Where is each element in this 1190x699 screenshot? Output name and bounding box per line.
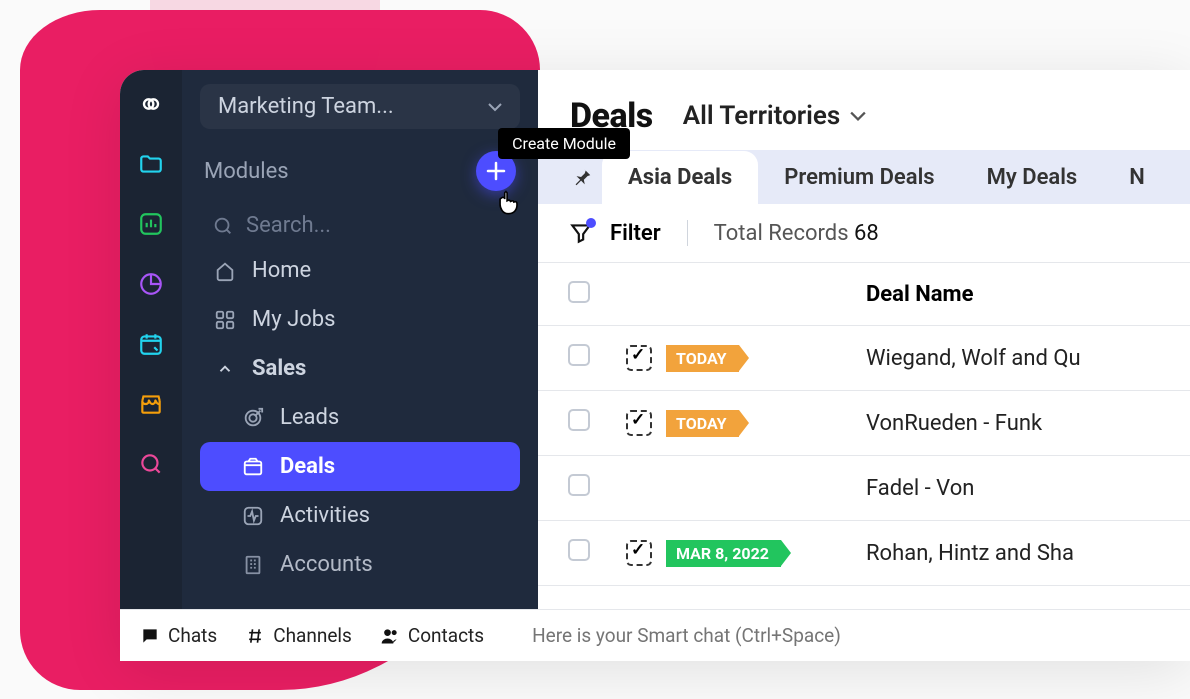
date-flag: MAR 8, 2022 <box>666 540 781 567</box>
tab-label: Asia Deals <box>628 165 732 190</box>
date-flag: TODAY <box>666 345 739 372</box>
contacts-icon <box>380 626 400 646</box>
sidebar-item-home[interactable]: Home <box>200 246 520 295</box>
table-body: TODAY Wiegand, Wolf and Qu TODAY VonRueden … <box>538 326 1190 586</box>
task-icon <box>626 540 652 566</box>
hash-icon <box>245 626 265 646</box>
sidebar-item-leads[interactable]: Leads <box>200 393 520 442</box>
app-window: Marketing Team... Create Module Modules … <box>120 70 1190 661</box>
bottom-label: Chats <box>168 624 217 647</box>
sidebar-item-label: Activities <box>280 503 370 528</box>
team-selector[interactable]: Marketing Team... <box>200 84 520 129</box>
sidebar-item-label: Leads <box>280 405 339 430</box>
tab-overflow[interactable]: N <box>1103 151 1171 204</box>
sidebar-search[interactable]: Search... <box>200 205 520 246</box>
calendar-icon[interactable] <box>135 328 167 360</box>
task-icon <box>626 345 652 371</box>
deal-name: Wiegand, Wolf and Qu <box>866 346 1081 371</box>
row-checkbox[interactable] <box>568 539 590 561</box>
bottom-bar: Chats Channels Contacts <box>120 609 1190 661</box>
table-header: Deal Name <box>538 263 1190 326</box>
sidebar: Marketing Team... Create Module Modules … <box>182 70 538 661</box>
task-icon <box>626 410 652 436</box>
table-row[interactable]: TODAY Wiegand, Wolf and Qu <box>538 326 1190 391</box>
chart-icon[interactable] <box>135 208 167 240</box>
bottom-chats[interactable]: Chats <box>140 624 217 647</box>
folder-icon[interactable] <box>135 148 167 180</box>
wallet-icon <box>240 456 266 478</box>
bottom-contacts[interactable]: Contacts <box>380 624 484 647</box>
team-label: Marketing Team... <box>218 94 394 119</box>
deal-name: Rohan, Hintz and Sha <box>866 541 1074 566</box>
sidebar-item-sales[interactable]: Sales <box>200 344 520 393</box>
plus-icon <box>486 161 506 181</box>
filter-button[interactable] <box>568 220 594 246</box>
home-icon <box>212 260 238 282</box>
logo-icon[interactable] <box>135 88 167 120</box>
total-records-label: Total Records 68 <box>714 221 879 246</box>
filter-label: Filter <box>610 221 661 246</box>
sidebar-item-accounts[interactable]: Accounts <box>200 540 520 589</box>
sidebar-item-label: Accounts <box>280 552 373 577</box>
row-checkbox[interactable] <box>568 344 590 366</box>
row-checkbox[interactable] <box>568 409 590 431</box>
sidebar-item-deals[interactable]: Deals <box>200 442 520 491</box>
tab-my-deals[interactable]: My Deals <box>961 151 1104 204</box>
main-panel: Deals All Territories Asia Deals Premium… <box>538 70 1190 661</box>
bottom-channels[interactable]: Channels <box>245 624 352 647</box>
tab-label: My Deals <box>987 165 1078 190</box>
tabs-row: Asia Deals Premium Deals My Deals N <box>538 150 1190 204</box>
target-icon <box>240 407 266 429</box>
table-row[interactable]: Fadel - Von <box>538 456 1190 521</box>
filter-row: Filter Total Records 68 <box>538 204 1190 263</box>
row-checkbox[interactable] <box>568 474 590 496</box>
table-row[interactable]: TODAY VonRueden - Funk <box>538 391 1190 456</box>
sidebar-item-label: Home <box>252 258 311 283</box>
sidebar-item-myjobs[interactable]: My Jobs <box>200 295 520 344</box>
sidebar-item-label: Deals <box>280 454 335 479</box>
table-row[interactable]: MAR 8, 2022 Rohan, Hintz and Sha <box>538 521 1190 586</box>
chevron-up-icon <box>212 360 238 378</box>
grid-icon <box>212 309 238 331</box>
pie-icon[interactable] <box>135 268 167 300</box>
building-icon <box>240 554 266 576</box>
sidebar-item-label: My Jobs <box>252 307 335 332</box>
search-icon <box>212 215 234 237</box>
column-deal-name[interactable]: Deal Name <box>866 282 973 307</box>
modules-heading: Modules <box>204 159 289 184</box>
smart-chat-input[interactable] <box>512 624 1170 647</box>
nav-rail <box>120 70 182 661</box>
chevron-down-icon <box>488 102 502 112</box>
search-placeholder: Search... <box>246 213 331 238</box>
search-rail-icon[interactable] <box>135 448 167 480</box>
deal-name: VonRueden - Funk <box>866 411 1042 436</box>
chat-icon <box>140 626 160 646</box>
bottom-label: Channels <box>273 624 352 647</box>
pin-icon[interactable] <box>562 166 602 188</box>
tab-premium-deals[interactable]: Premium Deals <box>758 151 960 204</box>
bottom-label: Contacts <box>408 624 484 647</box>
chevron-down-icon <box>850 110 866 122</box>
sidebar-item-label: Sales <box>252 356 306 381</box>
territory-label: All Territories <box>683 101 841 131</box>
select-all-checkbox[interactable] <box>568 281 590 303</box>
territory-selector[interactable]: All Territories <box>683 101 867 131</box>
divider <box>687 220 688 246</box>
date-flag: TODAY <box>666 410 739 437</box>
store-icon[interactable] <box>135 388 167 420</box>
tab-label: Premium Deals <box>784 165 934 190</box>
filter-active-dot <box>586 218 596 228</box>
deal-name: Fadel - Von <box>866 476 974 501</box>
activity-icon <box>240 505 266 527</box>
create-module-tooltip: Create Module <box>498 128 630 159</box>
sidebar-item-activities[interactable]: Activities <box>200 491 520 540</box>
